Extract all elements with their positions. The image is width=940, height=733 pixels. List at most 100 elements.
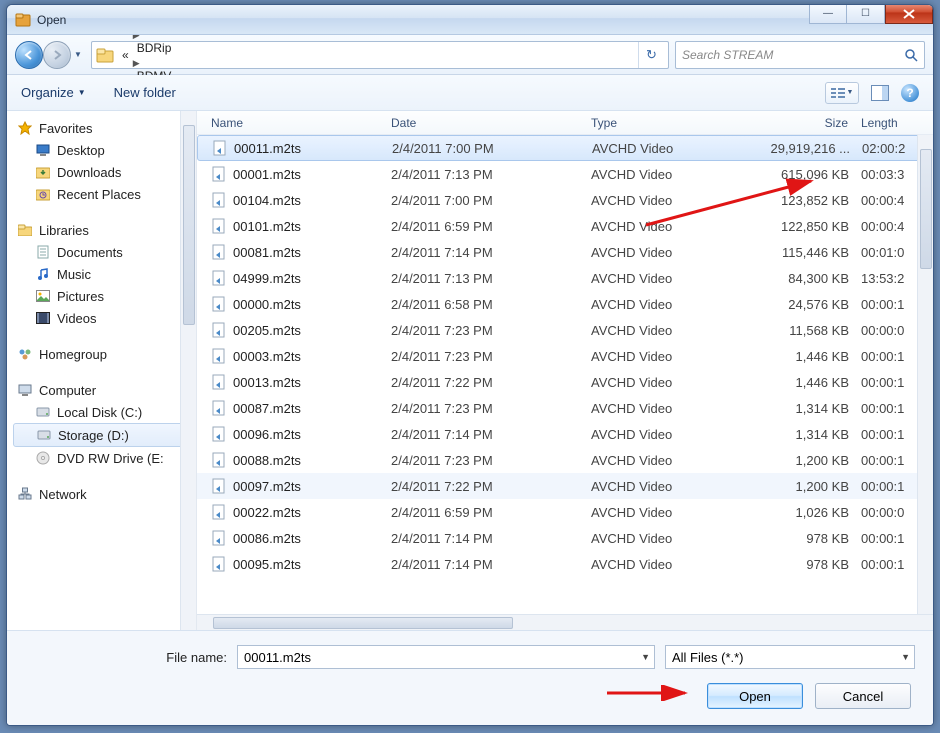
breadcrumb-item[interactable]: BDRip xyxy=(133,41,206,55)
column-header-date[interactable]: Date xyxy=(385,116,585,130)
file-row[interactable]: 00101.m2ts2/4/2011 6:59 PMAVCHD Video122… xyxy=(197,213,933,239)
chevron-right-icon: ▶ xyxy=(133,58,140,68)
file-type-filter[interactable]: All Files (*.*) ▼ xyxy=(665,645,915,669)
file-row[interactable]: 00001.m2ts2/4/2011 7:13 PMAVCHD Video615… xyxy=(197,161,933,187)
title-bar: Open — ☐ xyxy=(7,5,933,35)
sidebar-item[interactable]: Downloads xyxy=(13,161,196,183)
sidebar-item[interactable]: DVD RW Drive (E: xyxy=(13,447,196,469)
file-icon xyxy=(211,348,227,364)
file-row[interactable]: 04999.m2ts2/4/2011 7:13 PMAVCHD Video84,… xyxy=(197,265,933,291)
file-row[interactable]: 00022.m2ts2/4/2011 6:59 PMAVCHD Video1,0… xyxy=(197,499,933,525)
file-icon xyxy=(211,244,227,260)
file-row[interactable]: 00000.m2ts2/4/2011 6:58 PMAVCHD Video24,… xyxy=(197,291,933,317)
refresh-button[interactable]: ↻ xyxy=(638,42,664,68)
column-header-type[interactable]: Type xyxy=(585,116,725,130)
sidebar-item[interactable]: Recent Places xyxy=(13,183,196,205)
file-row[interactable]: 00081.m2ts2/4/2011 7:14 PMAVCHD Video115… xyxy=(197,239,933,265)
sidebar-item[interactable]: Desktop xyxy=(13,139,196,161)
file-row[interactable]: 00013.m2ts2/4/2011 7:22 PMAVCHD Video1,4… xyxy=(197,369,933,395)
column-header-size[interactable]: Size xyxy=(725,116,855,130)
file-row[interactable]: 00095.m2ts2/4/2011 7:14 PMAVCHD Video978… xyxy=(197,551,933,577)
search-icon xyxy=(904,48,918,62)
sidebar-item[interactable]: Local Disk (C:) xyxy=(13,401,196,423)
file-icon xyxy=(211,478,227,494)
minimize-button[interactable]: — xyxy=(809,4,847,24)
file-icon xyxy=(211,504,227,520)
tree-icon xyxy=(35,164,51,180)
window-title: Open xyxy=(37,13,66,27)
column-header-name[interactable]: Name xyxy=(205,116,385,130)
sidebar-group[interactable]: Network xyxy=(13,483,196,505)
sidebar-item[interactable]: Pictures xyxy=(13,285,196,307)
file-icon xyxy=(211,426,227,442)
file-row[interactable]: 00096.m2ts2/4/2011 7:14 PMAVCHD Video1,3… xyxy=(197,421,933,447)
organize-menu[interactable]: Organize ▼ xyxy=(21,85,86,100)
breadcrumb-bar[interactable]: « Storage (D:)▶Movies▶BDRip▶BDMV▶STREAM▶… xyxy=(91,41,669,69)
column-header-length[interactable]: Length xyxy=(855,116,925,130)
file-row[interactable]: 00088.m2ts2/4/2011 7:23 PMAVCHD Video1,2… xyxy=(197,447,933,473)
sidebar-item[interactable]: Music xyxy=(13,263,196,285)
tree-icon xyxy=(35,142,51,158)
tree-icon xyxy=(17,120,33,136)
back-button[interactable] xyxy=(15,41,43,69)
file-icon xyxy=(212,140,228,156)
sidebar-group[interactable]: Homegroup xyxy=(13,343,196,365)
file-row[interactable]: 00086.m2ts2/4/2011 7:14 PMAVCHD Video978… xyxy=(197,525,933,551)
file-list[interactable]: 00011.m2ts2/4/2011 7:00 PMAVCHD Video29,… xyxy=(197,135,933,614)
filelist-hscrollbar[interactable] xyxy=(197,614,933,630)
file-row[interactable]: 00087.m2ts2/4/2011 7:23 PMAVCHD Video1,3… xyxy=(197,395,933,421)
file-icon xyxy=(211,296,227,312)
filelist-vscrollbar[interactable] xyxy=(917,135,933,614)
sidebar-item[interactable]: Storage (D:) xyxy=(13,423,186,447)
file-icon xyxy=(211,452,227,468)
tree-icon xyxy=(35,288,51,304)
sidebar-item[interactable]: Videos xyxy=(13,307,196,329)
nav-history-dropdown[interactable]: ▼ xyxy=(71,41,85,69)
filename-input[interactable]: 00011.m2ts ▼ xyxy=(237,645,655,669)
file-icon xyxy=(211,270,227,286)
close-button[interactable] xyxy=(885,4,933,24)
chevron-down-icon[interactable]: ▼ xyxy=(901,652,910,662)
open-button[interactable]: Open xyxy=(707,683,803,709)
file-icon xyxy=(211,218,227,234)
folder-icon xyxy=(96,47,114,63)
file-list-pane: Name Date Type Size Length 00011.m2ts2/4… xyxy=(197,111,933,630)
maximize-button[interactable]: ☐ xyxy=(847,4,885,24)
breadcrumb-prefix[interactable]: « xyxy=(118,48,133,62)
search-placeholder: Search STREAM xyxy=(682,48,773,62)
file-icon xyxy=(211,556,227,572)
file-row[interactable]: 00003.m2ts2/4/2011 7:23 PMAVCHD Video1,4… xyxy=(197,343,933,369)
toolbar: Organize ▼ New folder ▼ ? xyxy=(7,75,933,111)
cancel-button[interactable]: Cancel xyxy=(815,683,911,709)
navigation-sidebar: FavoritesDesktopDownloadsRecent Places Li… xyxy=(7,111,197,630)
tree-icon xyxy=(35,244,51,260)
sidebar-group[interactable]: Computer xyxy=(13,379,196,401)
tree-icon xyxy=(35,186,51,202)
file-row[interactable]: 00097.m2ts2/4/2011 7:22 PMAVCHD Video1,2… xyxy=(197,473,933,499)
tree-icon xyxy=(17,486,33,502)
preview-pane-button[interactable] xyxy=(871,85,889,101)
view-options-button[interactable]: ▼ xyxy=(825,82,859,104)
sidebar-group[interactable]: Favorites xyxy=(13,117,196,139)
tree-icon xyxy=(17,222,33,238)
forward-button[interactable] xyxy=(43,41,71,69)
file-row[interactable]: 00011.m2ts2/4/2011 7:00 PMAVCHD Video29,… xyxy=(197,135,933,161)
tree-icon xyxy=(36,427,52,443)
file-icon xyxy=(211,322,227,338)
filename-label: File name: xyxy=(155,650,227,665)
sidebar-group[interactable]: Libraries xyxy=(13,219,196,241)
file-row[interactable]: 00205.m2ts2/4/2011 7:23 PMAVCHD Video11,… xyxy=(197,317,933,343)
file-icon xyxy=(211,192,227,208)
tree-icon xyxy=(35,450,51,466)
new-folder-button[interactable]: New folder xyxy=(114,85,176,100)
file-row[interactable]: 00104.m2ts2/4/2011 7:00 PMAVCHD Video123… xyxy=(197,187,933,213)
chevron-down-icon[interactable]: ▼ xyxy=(641,652,650,662)
help-button[interactable]: ? xyxy=(901,84,919,102)
sidebar-scrollbar[interactable] xyxy=(180,111,196,630)
file-icon xyxy=(211,374,227,390)
search-input[interactable]: Search STREAM xyxy=(675,41,925,69)
sidebar-item[interactable]: Documents xyxy=(13,241,196,263)
column-headers: Name Date Type Size Length xyxy=(197,111,933,135)
tree-icon xyxy=(35,404,51,420)
open-file-dialog: Open — ☐ ▼ « Storage (D:)▶Movies▶BDRip▶B… xyxy=(6,4,934,726)
